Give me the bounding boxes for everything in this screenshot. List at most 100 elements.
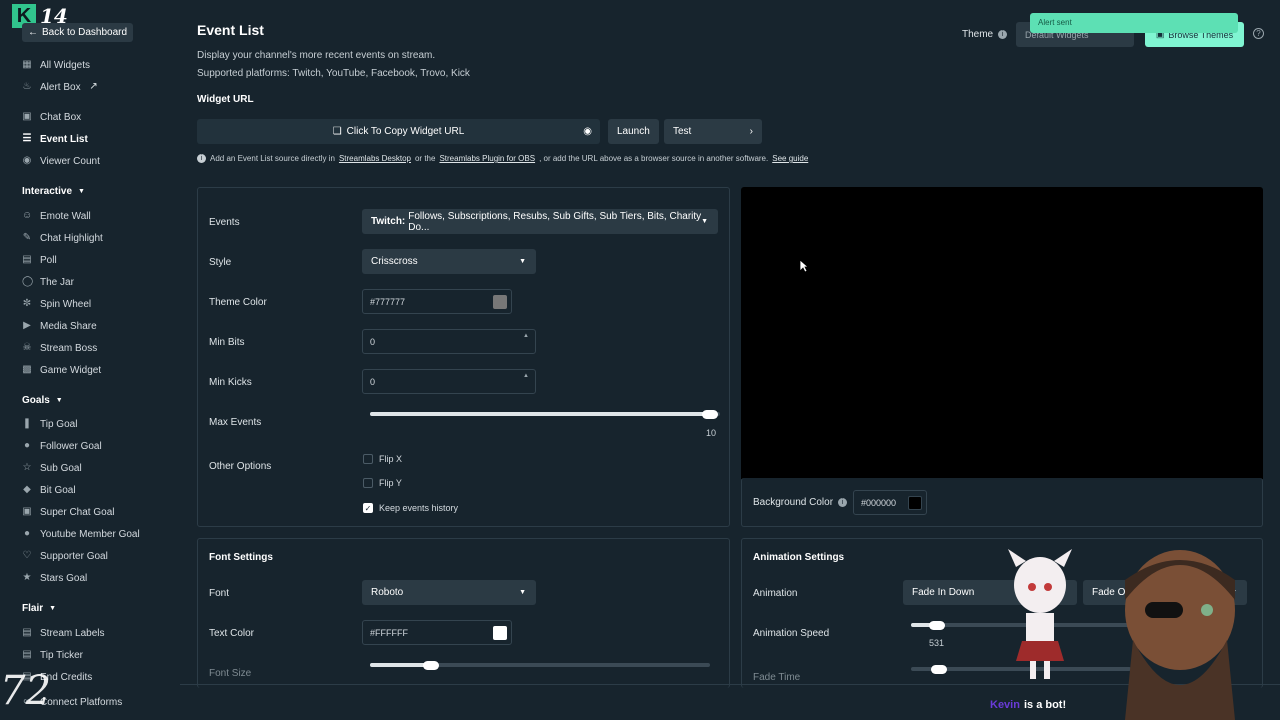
sidebar-item-alert-box[interactable]: ♨ Alert Box ↗ bbox=[22, 79, 99, 95]
min-bits-value: 0 bbox=[370, 336, 376, 347]
boss-icon: ☠ bbox=[22, 342, 32, 353]
checkmark-icon[interactable]: ✓ bbox=[363, 503, 373, 513]
sidebar: K 14 ← Back to Dashboard ▦ All Widgets ♨… bbox=[0, 0, 180, 720]
back-to-dashboard-button[interactable]: ← Back to Dashboard bbox=[22, 23, 134, 42]
sidebar-item-label: Youtube Member Goal bbox=[40, 528, 140, 540]
sidebar-item-chat-highlight[interactable]: ✎ Chat Highlight bbox=[22, 230, 103, 246]
sidebar-item-the-jar[interactable]: ◯ The Jar bbox=[22, 274, 74, 290]
widget-url-label: Widget URL bbox=[197, 94, 254, 105]
other-options-label: Other Options bbox=[209, 461, 272, 472]
theme-label: Theme i bbox=[962, 29, 1008, 40]
eye-icon[interactable]: ◉ bbox=[583, 126, 592, 137]
text-color-value: #FFFFFF bbox=[370, 627, 408, 638]
sidebar-item-youtube-member-goal[interactable]: ● Youtube Member Goal bbox=[22, 526, 140, 542]
game-icon: ▩ bbox=[22, 364, 32, 375]
sidebar-item-label: Viewer Count bbox=[40, 155, 100, 167]
flip-y-checkbox[interactable]: Flip Y bbox=[363, 478, 402, 488]
caret-down-icon: ▼ bbox=[49, 605, 57, 612]
help-icon[interactable]: ? bbox=[1253, 28, 1264, 39]
sidebar-item-chat-box[interactable]: ▣ Chat Box bbox=[22, 109, 81, 125]
sidebar-section-interactive[interactable]: Interactive ▼ bbox=[22, 186, 85, 197]
section-label: Goals bbox=[22, 395, 50, 406]
font-size-slider-handle[interactable] bbox=[423, 661, 440, 670]
streamlabs-desktop-link[interactable]: Streamlabs Desktop bbox=[339, 154, 411, 163]
sidebar-item-label: Media Share bbox=[40, 320, 97, 332]
sidebar-item-label: Chat Box bbox=[40, 111, 82, 123]
fade-time-label: Fade Time bbox=[753, 672, 801, 683]
test-button[interactable]: Test › bbox=[664, 119, 762, 144]
max-events-slider-handle[interactable] bbox=[702, 410, 718, 419]
sidebar-section-flair[interactable]: Flair ▼ bbox=[22, 603, 56, 614]
preview-footer: Background Color i #000000 bbox=[741, 478, 1263, 527]
sidebar-item-follower-goal[interactable]: ● Follower Goal bbox=[22, 438, 102, 454]
theme-color-input[interactable]: #777777 bbox=[362, 289, 512, 314]
widget-url-field[interactable]: ❏ Click To Copy Widget URL ◉ bbox=[197, 119, 600, 144]
events-value: Follows, Subscriptions, Resubs, Sub Gift… bbox=[408, 210, 702, 233]
sidebar-item-label: Super Chat Goal bbox=[40, 506, 115, 518]
see-guide-link[interactable]: See guide bbox=[772, 154, 808, 163]
min-kicks-value: 0 bbox=[370, 376, 376, 387]
heart-icon: ♡ bbox=[22, 550, 32, 561]
min-bits-input[interactable]: 0 ▲ bbox=[362, 329, 536, 354]
page-description: Display your channel's more recent event… bbox=[197, 50, 436, 61]
info-icon: i bbox=[197, 154, 206, 163]
font-select[interactable]: Roboto ▼ bbox=[362, 580, 536, 605]
sidebar-item-tip-goal[interactable]: ❚ Tip Goal bbox=[22, 416, 78, 432]
sidebar-item-all-widgets[interactable]: ▦ All Widgets bbox=[22, 57, 90, 73]
sidebar-item-super-chat-goal[interactable]: ▣ Super Chat Goal bbox=[22, 504, 115, 520]
text-color-swatch[interactable] bbox=[493, 626, 507, 640]
sidebar-item-spin-wheel[interactable]: ✼ Spin Wheel bbox=[22, 296, 91, 312]
mouse-cursor-icon bbox=[799, 259, 809, 273]
sidebar-item-label: Spin Wheel bbox=[40, 298, 92, 310]
sidebar-item-game-widget[interactable]: ▩ Game Widget bbox=[22, 362, 101, 378]
chevron-right-icon: › bbox=[749, 126, 753, 137]
stars-icon: ★ bbox=[22, 572, 32, 583]
sidebar-item-label: Alert Box bbox=[40, 81, 81, 93]
text-color-label: Text Color bbox=[209, 628, 255, 639]
gem-icon: ◆ bbox=[23, 484, 31, 495]
min-kicks-input[interactable]: 0 ▲ bbox=[362, 369, 536, 394]
sidebar-item-event-list[interactable]: ☰ Event List bbox=[22, 131, 88, 147]
test-label: Test bbox=[673, 126, 692, 137]
sidebar-section-goals[interactable]: Goals ▼ bbox=[22, 395, 63, 406]
font-settings-panel: Font Settings Font Roboto ▼ Text Color #… bbox=[197, 538, 730, 688]
sidebar-item-media-share[interactable]: ▶ Media Share bbox=[22, 318, 97, 334]
animation-speed-handle[interactable] bbox=[929, 621, 945, 630]
sidebar-item-emote-wall[interactable]: ☺ Emote Wall bbox=[22, 208, 91, 224]
sidebar-item-stars-goal[interactable]: ★ Stars Goal bbox=[22, 570, 88, 586]
sidebar-item-label: Game Widget bbox=[40, 364, 102, 376]
sidebar-item-label: Poll bbox=[40, 254, 57, 266]
spin-up-icon[interactable]: ▲ bbox=[523, 333, 529, 339]
streamlabs-plugin-link[interactable]: Streamlabs Plugin for OBS bbox=[439, 154, 535, 163]
keep-history-checkbox[interactable]: ✓ Keep events history bbox=[363, 503, 458, 513]
info-text-c: , or add the URL above as a browser sour… bbox=[539, 154, 769, 163]
font-settings-title: Font Settings bbox=[209, 552, 273, 563]
checkbox-box[interactable] bbox=[363, 478, 373, 488]
sidebar-item-stream-labels[interactable]: ▤ Stream Labels bbox=[22, 625, 104, 641]
flip-x-checkbox[interactable]: Flip X bbox=[363, 454, 402, 464]
sidebar-item-stream-boss[interactable]: ☠ Stream Boss bbox=[22, 340, 98, 356]
text-color-input[interactable]: #FFFFFF bbox=[362, 620, 512, 645]
chat-bubble-icon: ▣ bbox=[22, 506, 32, 517]
sidebar-item-sub-goal[interactable]: ☆ Sub Goal bbox=[22, 460, 82, 476]
bearded-man-portrait bbox=[1125, 550, 1235, 720]
theme-color-swatch[interactable] bbox=[493, 295, 507, 309]
sidebar-item-viewer-count[interactable]: ◉ Viewer Count bbox=[22, 153, 100, 169]
events-select[interactable]: Twitch: Follows, Subscriptions, Resubs, … bbox=[362, 209, 718, 234]
launch-button[interactable]: Launch bbox=[608, 119, 659, 144]
theme-color-value: #777777 bbox=[370, 296, 406, 307]
checkbox-box[interactable] bbox=[363, 454, 373, 464]
caret-down-icon: ▼ bbox=[701, 218, 708, 225]
settings-panel: Events Twitch: Follows, Subscriptions, R… bbox=[197, 187, 730, 527]
sidebar-item-bit-goal[interactable]: ◆ Bit Goal bbox=[22, 482, 75, 498]
bg-color-swatch[interactable] bbox=[908, 496, 922, 510]
sidebar-item-poll[interactable]: ▤ Poll bbox=[22, 252, 57, 268]
sidebar-item-supporter-goal[interactable]: ♡ Supporter Goal bbox=[22, 548, 108, 564]
sidebar-item-tip-ticker[interactable]: ▤ Tip Ticker bbox=[22, 647, 83, 663]
style-select[interactable]: Crisscross ▼ bbox=[362, 249, 536, 274]
background-color-input[interactable]: #000000 bbox=[853, 490, 927, 515]
fade-time-handle[interactable] bbox=[931, 665, 947, 674]
spin-up-icon[interactable]: ▲ bbox=[523, 373, 529, 379]
caret-down-icon: ▼ bbox=[519, 589, 526, 596]
font-size-label: Font Size bbox=[209, 668, 252, 679]
